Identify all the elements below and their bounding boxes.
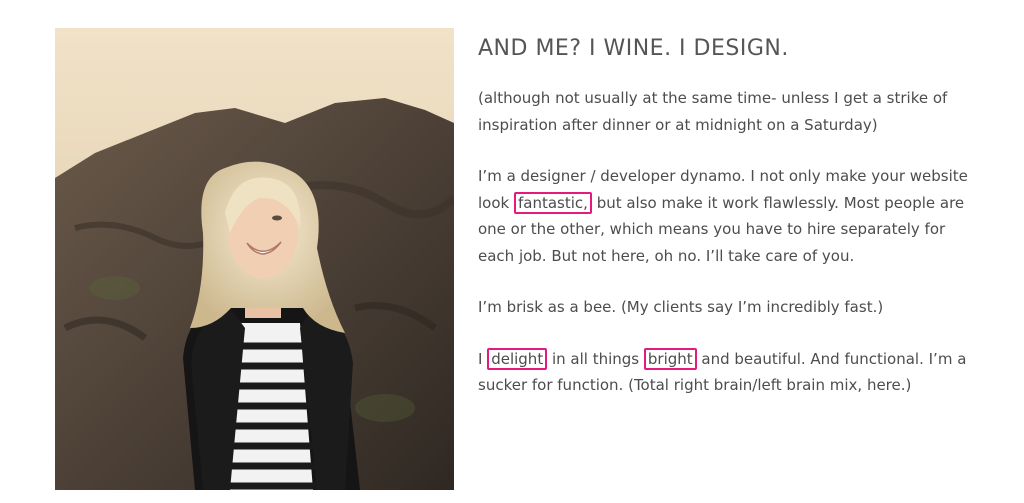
- delight-text-middle: in all things: [547, 349, 644, 368]
- speed-text: I’m brisk as a bee. (My clients say I’m …: [478, 298, 884, 316]
- delight-text-before: I: [478, 349, 488, 368]
- speed-paragraph: I’m brisk as a bee. (My clients say I’m …: [478, 294, 978, 321]
- delight-paragraph: I delight in all things bright and beaut…: [478, 346, 978, 399]
- intro-paragraph: (although not usually at the same time- …: [478, 85, 978, 138]
- highlight-fantastic: fantastic,: [513, 191, 592, 214]
- highlight-bright: bright: [643, 347, 697, 370]
- portrait-image: [55, 28, 454, 490]
- highlight-delight: delight: [487, 347, 548, 370]
- designer-paragraph: I’m a designer / developer dynamo. I not…: [478, 163, 978, 269]
- portrait-photo: [55, 28, 454, 490]
- section-heading: AND ME? I WINE. I DESIGN.: [478, 36, 789, 61]
- about-content: AND ME? I WINE. I DESIGN. (although not …: [478, 34, 978, 424]
- intro-text: (although not usually at the same time- …: [478, 89, 948, 134]
